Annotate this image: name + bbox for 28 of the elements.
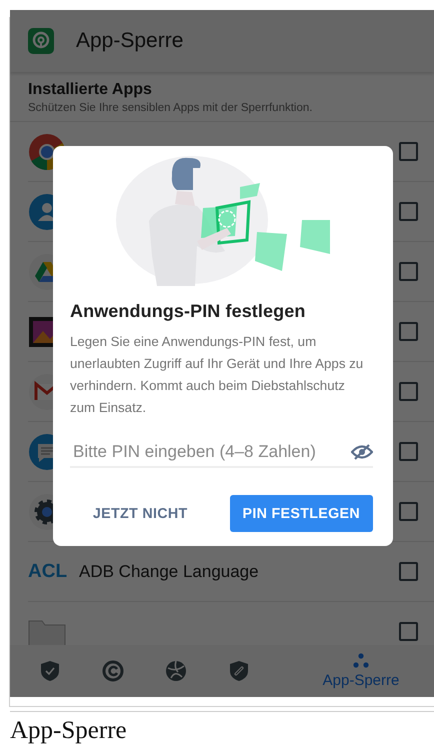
checkbox[interactable]	[399, 382, 418, 401]
app-logo-icon	[28, 28, 54, 54]
pin-input-field[interactable]: Bitte PIN eingeben (4–8 Zahlen)	[70, 442, 373, 468]
caption: App-Sperre	[10, 716, 127, 746]
shield-link-icon[interactable]	[229, 660, 249, 682]
section-title: Installierte Apps	[28, 81, 153, 99]
app-title: App-Sperre	[76, 29, 184, 53]
at-sign-icon[interactable]	[102, 660, 124, 682]
section-subtitle: Schützen Sie Ihre sensiblen Apps mit der Sperrfunktion.	[28, 102, 314, 114]
app-logo-text: ACL	[28, 560, 68, 582]
checkbox[interactable]	[399, 442, 418, 461]
checkbox[interactable]	[399, 322, 418, 341]
not-now-button[interactable]: JETZT NICHT	[80, 495, 200, 532]
checkbox[interactable]	[399, 502, 418, 521]
nav-tab-label[interactable]: App-Sperre	[322, 672, 400, 689]
checkbox[interactable]	[399, 562, 418, 581]
checkbox[interactable]	[399, 622, 418, 641]
shield-check-icon[interactable]	[40, 660, 60, 682]
checkbox[interactable]	[399, 142, 418, 161]
dots-icon[interactable]	[351, 653, 371, 669]
dialog-message: Legen Sie eine Anwendungs-PIN fest, um unerlaubten Zugriff auf Ihr Gerät und Ihre Apps zu verhindern. Kommt auch beim Diebstahlschutz zum Einsatz.	[70, 333, 364, 417]
app-name: ADB Change Language	[79, 562, 260, 582]
checkbox[interactable]	[399, 202, 418, 221]
set-pin-button[interactable]: PIN FESTLEGEN	[230, 495, 373, 532]
checkbox[interactable]	[399, 262, 418, 281]
dialog-title: Anwendungs-PIN festlegen	[70, 301, 306, 322]
ball-icon[interactable]	[165, 660, 187, 682]
eye-off-icon[interactable]	[351, 444, 373, 460]
